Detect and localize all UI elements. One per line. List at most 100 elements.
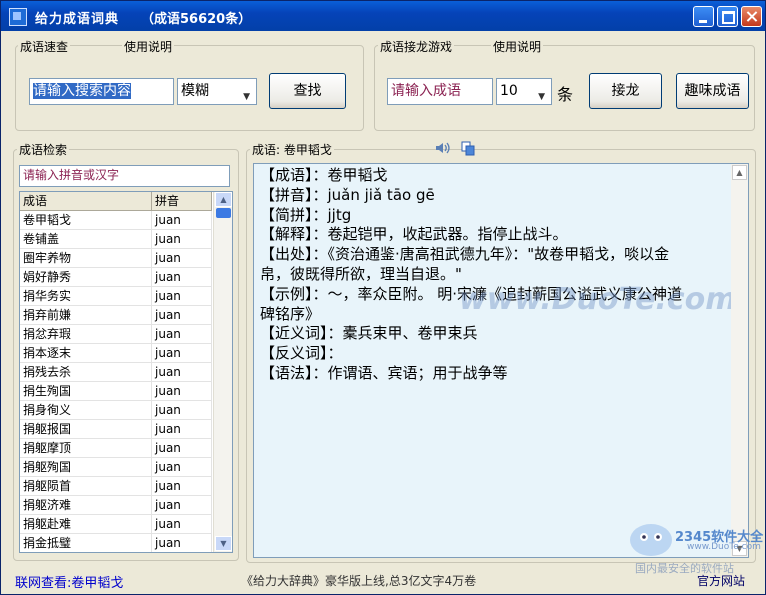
pinyin-cell: juan bbox=[152, 344, 212, 362]
detail-line: 【成语】：卷甲韬戈 bbox=[260, 166, 388, 184]
pinyin-cell: juan bbox=[152, 211, 212, 229]
detail-scrollbar[interactable]: ▲ ▼ bbox=[731, 164, 748, 557]
idiom-detail-panel[interactable]: 【成语】：卷甲韬戈 【拼音】：juǎn jiǎ tāo gē 【简拼】：jjtg… bbox=[253, 163, 749, 558]
scroll-thumb[interactable] bbox=[216, 208, 231, 218]
pinyin-cell: juan bbox=[152, 249, 212, 267]
fun-idioms-button[interactable]: 趣味成语 bbox=[676, 73, 749, 109]
table-row[interactable]: 捐躯殉国 juan bbox=[20, 458, 212, 477]
idiom-cell: 捐残去杀 bbox=[20, 363, 152, 381]
detail-line: 【反义词】： bbox=[260, 344, 343, 363]
chevron-down-icon: ▼ bbox=[243, 92, 250, 102]
table-row[interactable]: 捐华务实 juan bbox=[20, 287, 212, 306]
pinyin-cell: juan bbox=[152, 458, 212, 476]
scroll-down-icon[interactable]: ▼ bbox=[215, 536, 232, 551]
pinyin-cell: juan bbox=[152, 325, 212, 343]
chain-game-label: 成语接龙游戏 bbox=[378, 38, 455, 55]
mascot-icon bbox=[630, 524, 672, 556]
table-row[interactable]: 圈牢养物 juan bbox=[20, 249, 212, 268]
chain-count-value: 10 bbox=[500, 83, 518, 99]
column-header-pinyin[interactable]: 拼音 bbox=[152, 192, 212, 210]
quick-search-help-link[interactable]: 使用说明 bbox=[122, 38, 175, 55]
table-row[interactable]: 捐躯赴难 juan bbox=[20, 515, 212, 534]
pinyin-cell: juan bbox=[152, 439, 212, 457]
idiom-cell: 捐金抵璧 bbox=[20, 534, 152, 552]
column-header-idiom[interactable]: 成语 bbox=[20, 192, 152, 210]
official-site-link[interactable]: 官方网站 bbox=[697, 572, 745, 589]
search-input-text: 请输入搜索内容 bbox=[33, 83, 131, 99]
count-unit-label: 条 bbox=[557, 85, 574, 104]
idiom-cell: 捐躯殉国 bbox=[20, 458, 152, 476]
table-row[interactable]: 娟好静秀 juan bbox=[20, 268, 212, 287]
detail-line: 【解释】：卷起铠甲，收起武器。指停止战斗。 bbox=[260, 225, 568, 244]
pinyin-cell: juan bbox=[152, 420, 212, 438]
copy-icon[interactable] bbox=[461, 141, 476, 156]
detail-line: 【出处】：《资治通鉴·唐高祖武德九年》："故卷甲韬戈，啖以金 bbox=[260, 245, 670, 264]
table-row[interactable]: 卷甲韬戈 juan bbox=[20, 211, 212, 230]
table-row[interactable]: 捐忿弃瑕 juan bbox=[20, 325, 212, 344]
idiom-cell: 捐忿弃瑕 bbox=[20, 325, 152, 343]
idiom-detail-text: 【成语】：卷甲韬戈 【拼音】：juǎn jiǎ tāo gē 【简拼】：jjtg… bbox=[260, 166, 722, 384]
table-row[interactable]: 捐躯报国 juan bbox=[20, 420, 212, 439]
lookup-input[interactable]: 请输入拼音或汉字 bbox=[19, 165, 230, 187]
list-header: 成语 拼音 bbox=[20, 192, 212, 211]
brand-url: www.DuoTe.com bbox=[687, 542, 761, 552]
chain-count-select[interactable]: 10 ▼ bbox=[496, 78, 552, 105]
close-button[interactable] bbox=[741, 6, 762, 27]
speaker-icon[interactable] bbox=[435, 141, 451, 155]
pinyin-cell: juan bbox=[152, 477, 212, 495]
idiom-lookup-label: 成语检索 bbox=[17, 141, 70, 158]
table-row[interactable]: 捐残去杀 juan bbox=[20, 363, 212, 382]
table-row[interactable]: 捐躯济难 juan bbox=[20, 496, 212, 515]
table-row[interactable]: 捐本逐末 juan bbox=[20, 344, 212, 363]
chain-idiom-input[interactable]: 请输入成语 bbox=[387, 78, 493, 105]
scroll-up-icon[interactable]: ▲ bbox=[215, 192, 232, 207]
promo-link[interactable]: 《给力大辞典》豪华版上线,总3亿文字4万卷 bbox=[241, 572, 476, 589]
idiom-detail-label: 成语: 卷甲韬戈 bbox=[250, 141, 334, 158]
detail-line: 【拼音】：juǎn jiǎ tāo gē bbox=[260, 185, 435, 204]
pinyin-cell: juan bbox=[152, 287, 212, 305]
idiom-list[interactable]: 成语 拼音 卷甲韬戈 juan 卷铺盖 juan 圈牢养物 juan 娟好静秀 juan… bbox=[19, 191, 233, 553]
minimize-button[interactable] bbox=[693, 6, 714, 27]
search-input[interactable]: 请输入搜索内容 bbox=[29, 78, 174, 105]
search-button[interactable]: 查找 bbox=[269, 73, 346, 109]
detail-line: 【近义词】：橐兵束甲、卷甲束兵 bbox=[260, 324, 478, 343]
idiom-cell: 捐躯摩顶 bbox=[20, 439, 152, 457]
pinyin-cell: juan bbox=[152, 382, 212, 400]
pinyin-cell: juan bbox=[152, 515, 212, 533]
table-row[interactable]: 捐金抵璧 juan bbox=[20, 534, 212, 552]
table-row[interactable]: 捐身徇义 juan bbox=[20, 401, 212, 420]
title-bar[interactable]: 给力成语词典 （成语56620条） bbox=[1, 1, 765, 31]
table-row[interactable]: 捐躯摩顶 juan bbox=[20, 439, 212, 458]
chevron-down-icon: ▼ bbox=[538, 92, 545, 102]
pinyin-cell: juan bbox=[152, 268, 212, 286]
pinyin-cell: juan bbox=[152, 230, 212, 248]
table-row[interactable]: 捐生殉国 juan bbox=[20, 382, 212, 401]
status-bar: 联网查看:卷甲韬戈 《给力大辞典》豪华版上线,总3亿文字4万卷 官方网站 bbox=[1, 569, 765, 594]
online-lookup-link[interactable]: 联网查看:卷甲韬戈 bbox=[15, 572, 123, 591]
main-window: 给力成语词典 （成语56620条） 成语速查 使用说明 请输入搜索内容 模糊 ▼… bbox=[0, 0, 766, 595]
quick-search-label: 成语速查 bbox=[18, 38, 71, 55]
pinyin-cell: juan bbox=[152, 401, 212, 419]
idiom-cell: 捐身徇义 bbox=[20, 401, 152, 419]
list-rows: 卷甲韬戈 juan 卷铺盖 juan 圈牢养物 juan 娟好静秀 juan 捐华务实 j… bbox=[20, 211, 212, 552]
search-mode-select[interactable]: 模糊 ▼ bbox=[177, 78, 257, 105]
idiom-cell: 捐生殉国 bbox=[20, 382, 152, 400]
idiom-cell: 娟好静秀 bbox=[20, 268, 152, 286]
pinyin-cell: juan bbox=[152, 534, 212, 552]
list-scrollbar[interactable]: ▲ ▼ bbox=[213, 192, 232, 552]
chain-game-help-link[interactable]: 使用说明 bbox=[491, 38, 544, 55]
table-row[interactable]: 卷铺盖 juan bbox=[20, 230, 212, 249]
table-row[interactable]: 捐弃前嫌 juan bbox=[20, 306, 212, 325]
watermark: www.DuoTe.com bbox=[459, 282, 737, 317]
pinyin-cell: juan bbox=[152, 306, 212, 324]
idiom-cell: 捐华务实 bbox=[20, 287, 152, 305]
idiom-cell: 捐躯赴难 bbox=[20, 515, 152, 533]
app-icon bbox=[9, 8, 27, 26]
scroll-up-icon[interactable]: ▲ bbox=[732, 165, 747, 180]
maximize-button[interactable] bbox=[717, 6, 738, 27]
table-row[interactable]: 捐躯陨首 juan bbox=[20, 477, 212, 496]
chain-button[interactable]: 接龙 bbox=[589, 73, 662, 109]
idiom-cell: 捐躯陨首 bbox=[20, 477, 152, 495]
idiom-cell: 捐躯报国 bbox=[20, 420, 152, 438]
search-mode-value: 模糊 bbox=[181, 83, 209, 99]
